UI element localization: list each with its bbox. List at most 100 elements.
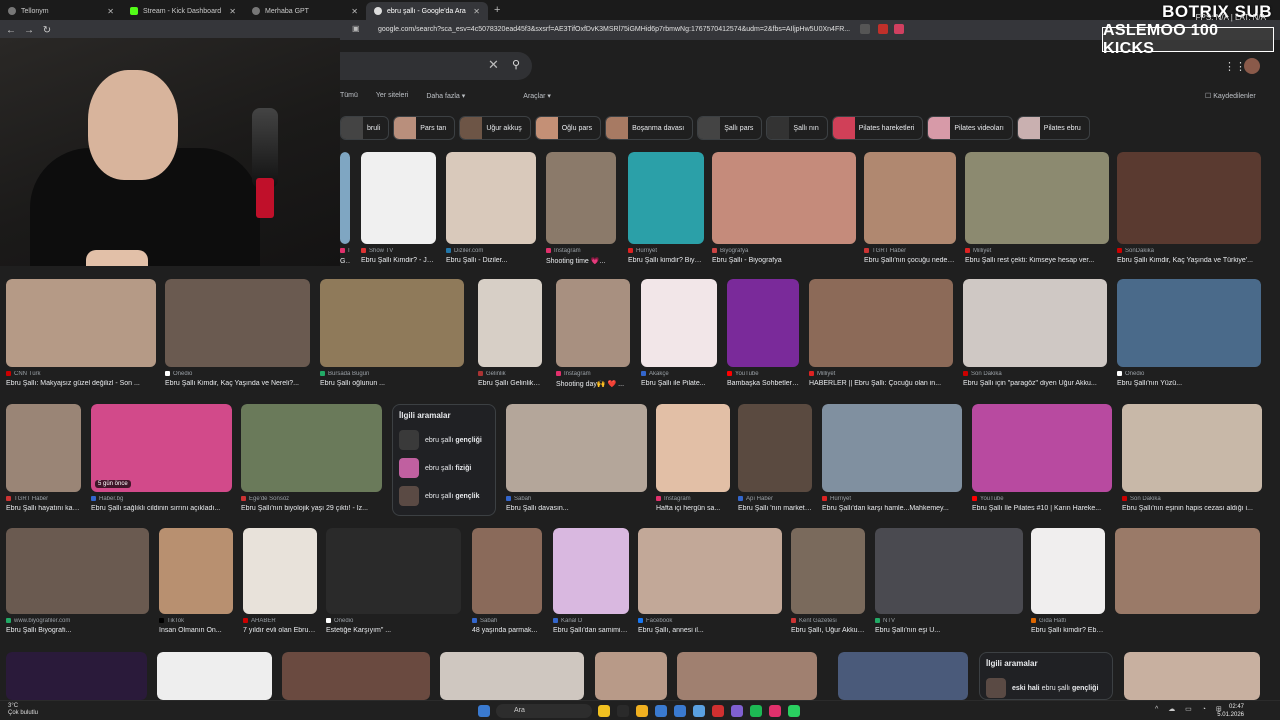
result-caption[interactable]: Ebru Şallı'nın eşinin hapis cezası aldığ… — [1122, 505, 1262, 512]
image-result[interactable]: www.biyografiler.com Ebru Şallı Biyografi… — [6, 528, 149, 640]
result-caption[interactable]: Ebru Şallı'nın Yüzü... — [1117, 380, 1261, 387]
image-result[interactable]: Diziler.com Ebru Şallı - Diziler... — [446, 152, 536, 270]
taskbar-search[interactable]: Ara — [496, 704, 592, 718]
image-result[interactable]: Bursada Bugün Ebru Şallı oğlunun ... — [320, 279, 464, 393]
image-result[interactable]: Hürriyet Ebru Şallı'dan karşı hamle...Mah… — [822, 404, 962, 518]
weather-widget[interactable]: 3°C Çok bulutlu — [8, 703, 38, 717]
image-result[interactable]: Ege'de Sonsöz Ebru Şallı'nın biyolojik ya… — [241, 404, 382, 518]
image-result[interactable] — [838, 652, 968, 700]
image-result[interactable]: Son Dakika Ebru Şallı'nın eşinin hapis ce… — [1122, 404, 1262, 518]
filter-more[interactable]: Daha fazla ▾ — [426, 92, 465, 100]
result-caption[interactable]: Ebru Şallı İle Pilates #10 | Karın Harek… — [972, 505, 1112, 512]
image-result[interactable]: Sabah 48 yaşında parmak... — [472, 528, 542, 640]
system-tray-icons[interactable]: ^ ☁ ▭ ◔ ⊞ — [1155, 705, 1226, 713]
image-result[interactable]: Hürriyet Ebru Şallı kimdir? Biyografi — [628, 152, 704, 270]
image-result[interactable]: Kanal D Ebru Şallı'dan samimi açıklamalar… — [553, 528, 629, 640]
result-caption[interactable]: Ebru Şallı davasın... — [506, 505, 647, 512]
image-result[interactable]: SonDakika Ebru Şallı Kimdir, Kaç Yaşında … — [1117, 152, 1261, 270]
result-caption[interactable]: HABERLER || Ebru Şallı: Çocuğu olan in..… — [809, 380, 953, 387]
result-caption[interactable]: Ebru Şallı: Makyajsız güzel değilizl - S… — [6, 380, 156, 387]
taskbar-app-icon[interactable] — [598, 705, 610, 717]
image-result[interactable]: TGRT Haber Ebru Şallı hayatını kaybeden o… — [6, 404, 81, 518]
image-result[interactable]: Milliyet Ebru Şallı rest çekti: Kimseye h… — [965, 152, 1109, 270]
result-caption[interactable]: Ebru Şallı'nın biyolojik yaşı 29 çıktı! … — [241, 505, 382, 512]
result-caption[interactable]: Ebru Şallı Gelinlik - ... — [478, 380, 542, 387]
clock[interactable]: 02:47 5.01.2026 — [1217, 703, 1244, 719]
image-result[interactable]: Onedio Estetiğe Karşıyım" ... — [326, 528, 461, 640]
taskbar-app-icon[interactable] — [750, 705, 762, 717]
share-icon[interactable] — [860, 24, 870, 34]
image-result[interactable]: Instagram Golden shot💖⭐... — [340, 152, 350, 270]
close-tab-icon[interactable]: ✕ — [473, 7, 480, 16]
taskbar-app-icon[interactable] — [712, 705, 724, 717]
back-icon[interactable]: ← — [4, 25, 18, 36]
avatar[interactable] — [1244, 58, 1260, 74]
image-result[interactable] — [595, 652, 667, 700]
image-result[interactable]: Biyografya Ebru Şallı - Biyografya — [712, 152, 856, 270]
result-caption[interactable]: Ebru Şallı'nın çocuğu neden öldü? Dört y… — [864, 257, 956, 264]
related-item-eski-hali[interactable]: eski hali ebru şallı gençliği — [986, 674, 1106, 702]
result-caption[interactable]: İnsan Olmanın Ön... — [159, 627, 233, 634]
result-caption[interactable]: Ebru Şallı için "paragöz" diyen Uğur Akk… — [963, 380, 1107, 387]
related-item-fizigi[interactable]: ebru şallı fiziği — [399, 454, 489, 482]
result-caption[interactable]: Ebru Şallı'dan karşı hamle...Mahkemey... — [822, 505, 962, 512]
image-result[interactable] — [677, 652, 817, 700]
close-tab-icon[interactable]: ✕ — [229, 7, 236, 16]
result-caption[interactable]: Ebru Şallı Kimdir, Kaç Yaşında ve Nereli… — [165, 380, 310, 387]
suggestion-chip[interactable]: Oğlu pars — [534, 116, 602, 140]
image-result[interactable]: Show TV Ebru Şallı Kimdir? - Jüri ... — [361, 152, 436, 270]
filter-all[interactable]: Tümü — [340, 92, 358, 100]
result-caption[interactable]: Bambaşka Sohbetler 155. Bölüm - Ebru ... — [727, 380, 799, 387]
taskbar-app-icon[interactable] — [655, 705, 667, 717]
result-caption[interactable]: Hafta içi hergün sa... — [656, 505, 730, 512]
tab-kick-dashboard[interactable]: Stream - Kick Dashboard ✕ — [122, 2, 244, 20]
image-result[interactable]: YouTube Bambaşka Sohbetler 155. Bölüm - E… — [727, 279, 799, 393]
image-result[interactable]: Facebook Ebru Şallı, annesi il... — [638, 528, 782, 640]
suggestion-chip[interactable]: Uğur akkuş — [459, 116, 531, 140]
result-caption[interactable]: Ebru Şallı'nın eşi U... — [875, 627, 1023, 634]
image-result[interactable]: Sabah Ebru Şallı davasın... — [506, 404, 647, 518]
image-result[interactable]: 5 gün önce Haber.bg Ebru Şallı sağlıklı ci… — [91, 404, 232, 518]
result-caption[interactable]: Ebru Şallı - Biyografya — [712, 257, 856, 264]
result-caption[interactable]: Ebru Şallı Biyografi... — [6, 627, 149, 634]
url-field[interactable]: google.com/search?sca_esv=4c5078320ead45… — [378, 23, 866, 37]
extension-icon[interactable] — [894, 24, 904, 34]
taskbar-app-icon[interactable] — [636, 705, 648, 717]
image-result[interactable]: Kent Gazetesi Ebru Şallı, Uğur Akkuş'tan … — [791, 528, 865, 640]
image-result[interactable] — [1124, 652, 1260, 700]
taskbar-app-icon[interactable] — [731, 705, 743, 717]
suggestion-chip[interactable]: Pars tan — [393, 116, 456, 140]
close-tab-icon[interactable]: ✕ — [107, 7, 114, 16]
reload-icon[interactable]: ↻ — [40, 25, 54, 36]
filter-tools[interactable]: Araçlar ▾ — [523, 92, 551, 100]
clear-search-icon[interactable]: ✕ — [488, 57, 499, 73]
image-result[interactable] — [440, 652, 584, 700]
tab-merhaba-gpt[interactable]: Merhaba GPT ✕ — [244, 2, 366, 20]
image-result[interactable] — [1115, 528, 1260, 640]
result-caption[interactable]: Golden shot💖⭐... — [340, 257, 350, 265]
related-item-genligi[interactable]: ebru şallı gençliği — [399, 426, 489, 454]
tab-google-search[interactable]: ebru şallı - Google'da Ara ✕ — [366, 2, 488, 20]
taskbar-app-icon[interactable] — [693, 705, 705, 717]
image-result[interactable]: Gelinlik Ebru Şallı Gelinlik - ... — [478, 279, 542, 393]
taskbar-app-icon[interactable] — [788, 705, 800, 717]
taskbar-app-icon[interactable] — [674, 705, 686, 717]
result-caption[interactable]: Ebru Şallı Kimdir? - Jüri ... — [361, 257, 436, 264]
result-caption[interactable]: Estetiğe Karşıyım" ... — [326, 627, 461, 634]
image-result[interactable]: AHABER 7 yıldır evli olan Ebru Şallı ile … — [243, 528, 317, 640]
taskbar-app-icon[interactable] — [769, 705, 781, 717]
suggestion-chip[interactable]: Pilates ebru — [1016, 116, 1090, 140]
image-result[interactable] — [6, 652, 147, 700]
saved-link[interactable]: ☐ Kaydedilenler — [1205, 92, 1256, 100]
search-icon[interactable]: ⚲ — [512, 58, 520, 71]
image-result[interactable] — [282, 652, 430, 700]
result-caption[interactable]: Shooting day🙌 ❤️ ... — [556, 380, 630, 388]
result-caption[interactable]: 48 yaşında parmak... — [472, 627, 542, 634]
image-result[interactable]: Apı Haber Ebru Şallı 'nın market görüntül… — [738, 404, 812, 518]
search-box[interactable]: ✕ ⚲ — [340, 52, 532, 80]
suggestion-chip[interactable]: Şallı nın — [766, 116, 828, 140]
result-caption[interactable]: Ebru Şallı 'nın market görüntüleri günde… — [738, 505, 812, 512]
result-caption[interactable]: Ebru Şallı Kimdir, Kaç Yaşında ve Türkiy… — [1117, 257, 1261, 264]
image-result[interactable]: Son Dakika Ebru Şallı için "paragöz" diye… — [963, 279, 1107, 393]
result-caption[interactable]: Ebru Şallı oğlunun ... — [320, 380, 464, 387]
